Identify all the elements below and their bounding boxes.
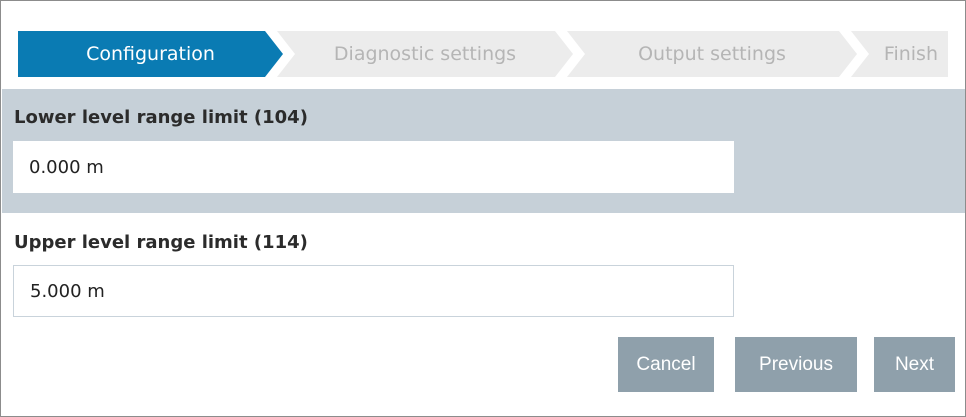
wizard-steps: Configuration Diagnostic settings Output… — [18, 31, 948, 77]
lower-level-range-section: Lower level range limit (104) 0.000 m — [2, 89, 965, 213]
lower-level-range-label: Lower level range limit (104) — [14, 107, 308, 128]
step-finish[interactable]: Finish — [851, 31, 948, 77]
step-configuration[interactable]: Configuration — [18, 31, 283, 77]
previous-button[interactable]: Previous — [735, 337, 857, 392]
upper-level-range-input[interactable]: 5.000 m — [13, 265, 734, 317]
upper-level-range-section: Upper level range limit (114) 5.000 m — [2, 213, 965, 323]
step-label: Output settings — [638, 43, 786, 65]
step-label: Diagnostic settings — [333, 43, 517, 65]
step-label: Configuration — [86, 43, 215, 65]
step-label: Finish — [883, 43, 938, 65]
upper-level-range-label: Upper level range limit (114) — [14, 232, 308, 253]
next-button[interactable]: Next — [874, 337, 955, 392]
lower-level-range-input[interactable]: 0.000 m — [13, 141, 734, 193]
step-diagnostic-settings[interactable]: Diagnostic settings — [277, 31, 573, 77]
step-output-settings[interactable]: Output settings — [567, 31, 857, 77]
wizard-dialog: Configuration Diagnostic settings Output… — [0, 0, 966, 417]
cancel-button[interactable]: Cancel — [618, 337, 714, 392]
